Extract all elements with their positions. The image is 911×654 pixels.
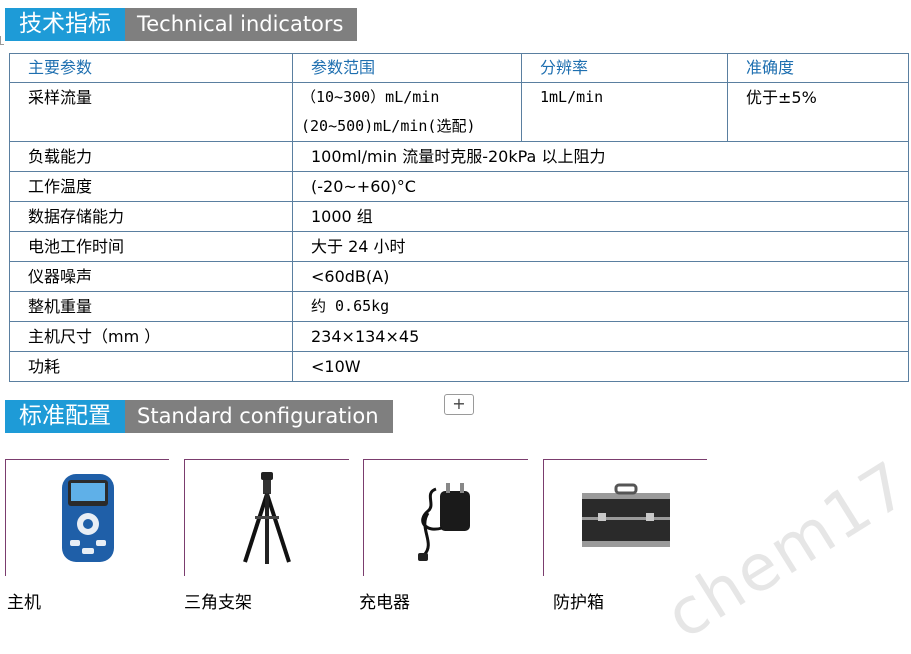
row-param: 主机尺寸（mm ） [9, 321, 293, 352]
row-value: 234×134×45 [292, 321, 909, 352]
item-caption: 防护箱 [553, 593, 604, 613]
section-heading-technical: 技术指标 Technical indicators [5, 8, 358, 41]
item-card-charger [363, 459, 528, 576]
section-title-cn: 标准配置 [5, 400, 125, 433]
row-value: 1000 组 [292, 201, 909, 232]
header-resolution: 分辨率 [521, 53, 728, 83]
section-title-en: Standard configuration [125, 400, 393, 433]
item-caption: 三角支架 [184, 593, 252, 613]
row-param: 数据存储能力 [9, 201, 293, 232]
header-range: 参数范围 [292, 53, 522, 83]
host-device-image [6, 460, 169, 576]
row-resolution: 1mL/min [521, 82, 728, 142]
row-value: <60dB(A) [292, 261, 909, 292]
corner-mark [0, 36, 4, 45]
section-title-en: Technical indicators [125, 8, 358, 41]
row-param: 负载能力 [9, 141, 293, 172]
header-param: 主要参数 [9, 53, 293, 83]
row-value: 约 0.65kg [292, 291, 909, 322]
range-line-2: (20~500)mL/min(选配) [301, 117, 476, 135]
item-caption: 主机 [7, 593, 41, 613]
range-line-1: （10~300）mL/min [301, 88, 440, 106]
table-row: 主机尺寸（mm ） 234×134×45 [9, 321, 909, 352]
row-value: <10W [292, 351, 909, 382]
section-title-cn: 技术指标 [5, 8, 125, 41]
row-value: 大于 24 小时 [292, 231, 909, 262]
charger-image [364, 460, 528, 576]
item-card-tripod [184, 459, 349, 576]
item-card-case [543, 459, 707, 576]
item-caption: 充电器 [359, 593, 410, 613]
row-param: 电池工作时间 [9, 231, 293, 262]
row-param: 整机重量 [9, 291, 293, 322]
row-param: 采样流量 [9, 82, 293, 142]
row-value: 100ml/min 流量时克服-20kPa 以上阻力 [292, 141, 909, 172]
table-header-row: 主要参数 参数范围 分辨率 准确度 [9, 53, 909, 83]
row-range: （10~300）mL/min (20~500)mL/min(选配) [292, 82, 522, 142]
spec-table: 主要参数 参数范围 分辨率 准确度 采样流量 （10~300）mL/min (2… [9, 53, 909, 382]
item-card-host [5, 459, 169, 576]
section-heading-configuration: 标准配置 Standard configuration [5, 400, 393, 433]
table-row: 电池工作时间 大于 24 小时 [9, 231, 909, 262]
tripod-image [185, 460, 349, 576]
row-param: 工作温度 [9, 171, 293, 202]
row-param: 功耗 [9, 351, 293, 382]
table-row: 整机重量 约 0.65kg [9, 291, 909, 322]
table-row: 数据存储能力 1000 组 [9, 201, 909, 232]
row-value: (-20~+60)°C [292, 171, 909, 202]
table-row: 负载能力 100ml/min 流量时克服-20kPa 以上阻力 [9, 141, 909, 172]
table-row: 采样流量 （10~300）mL/min (20~500)mL/min(选配) 1… [9, 82, 909, 142]
case-image [544, 460, 707, 576]
table-row: 工作温度 (-20~+60)°C [9, 171, 909, 202]
table-row: 仪器噪声 <60dB(A) [9, 261, 909, 292]
table-row: 功耗 <10W [9, 351, 909, 382]
header-accuracy: 准确度 [727, 53, 909, 83]
expand-button[interactable]: + [444, 394, 474, 415]
row-accuracy: 优于±5% [727, 82, 909, 142]
row-param: 仪器噪声 [9, 261, 293, 292]
